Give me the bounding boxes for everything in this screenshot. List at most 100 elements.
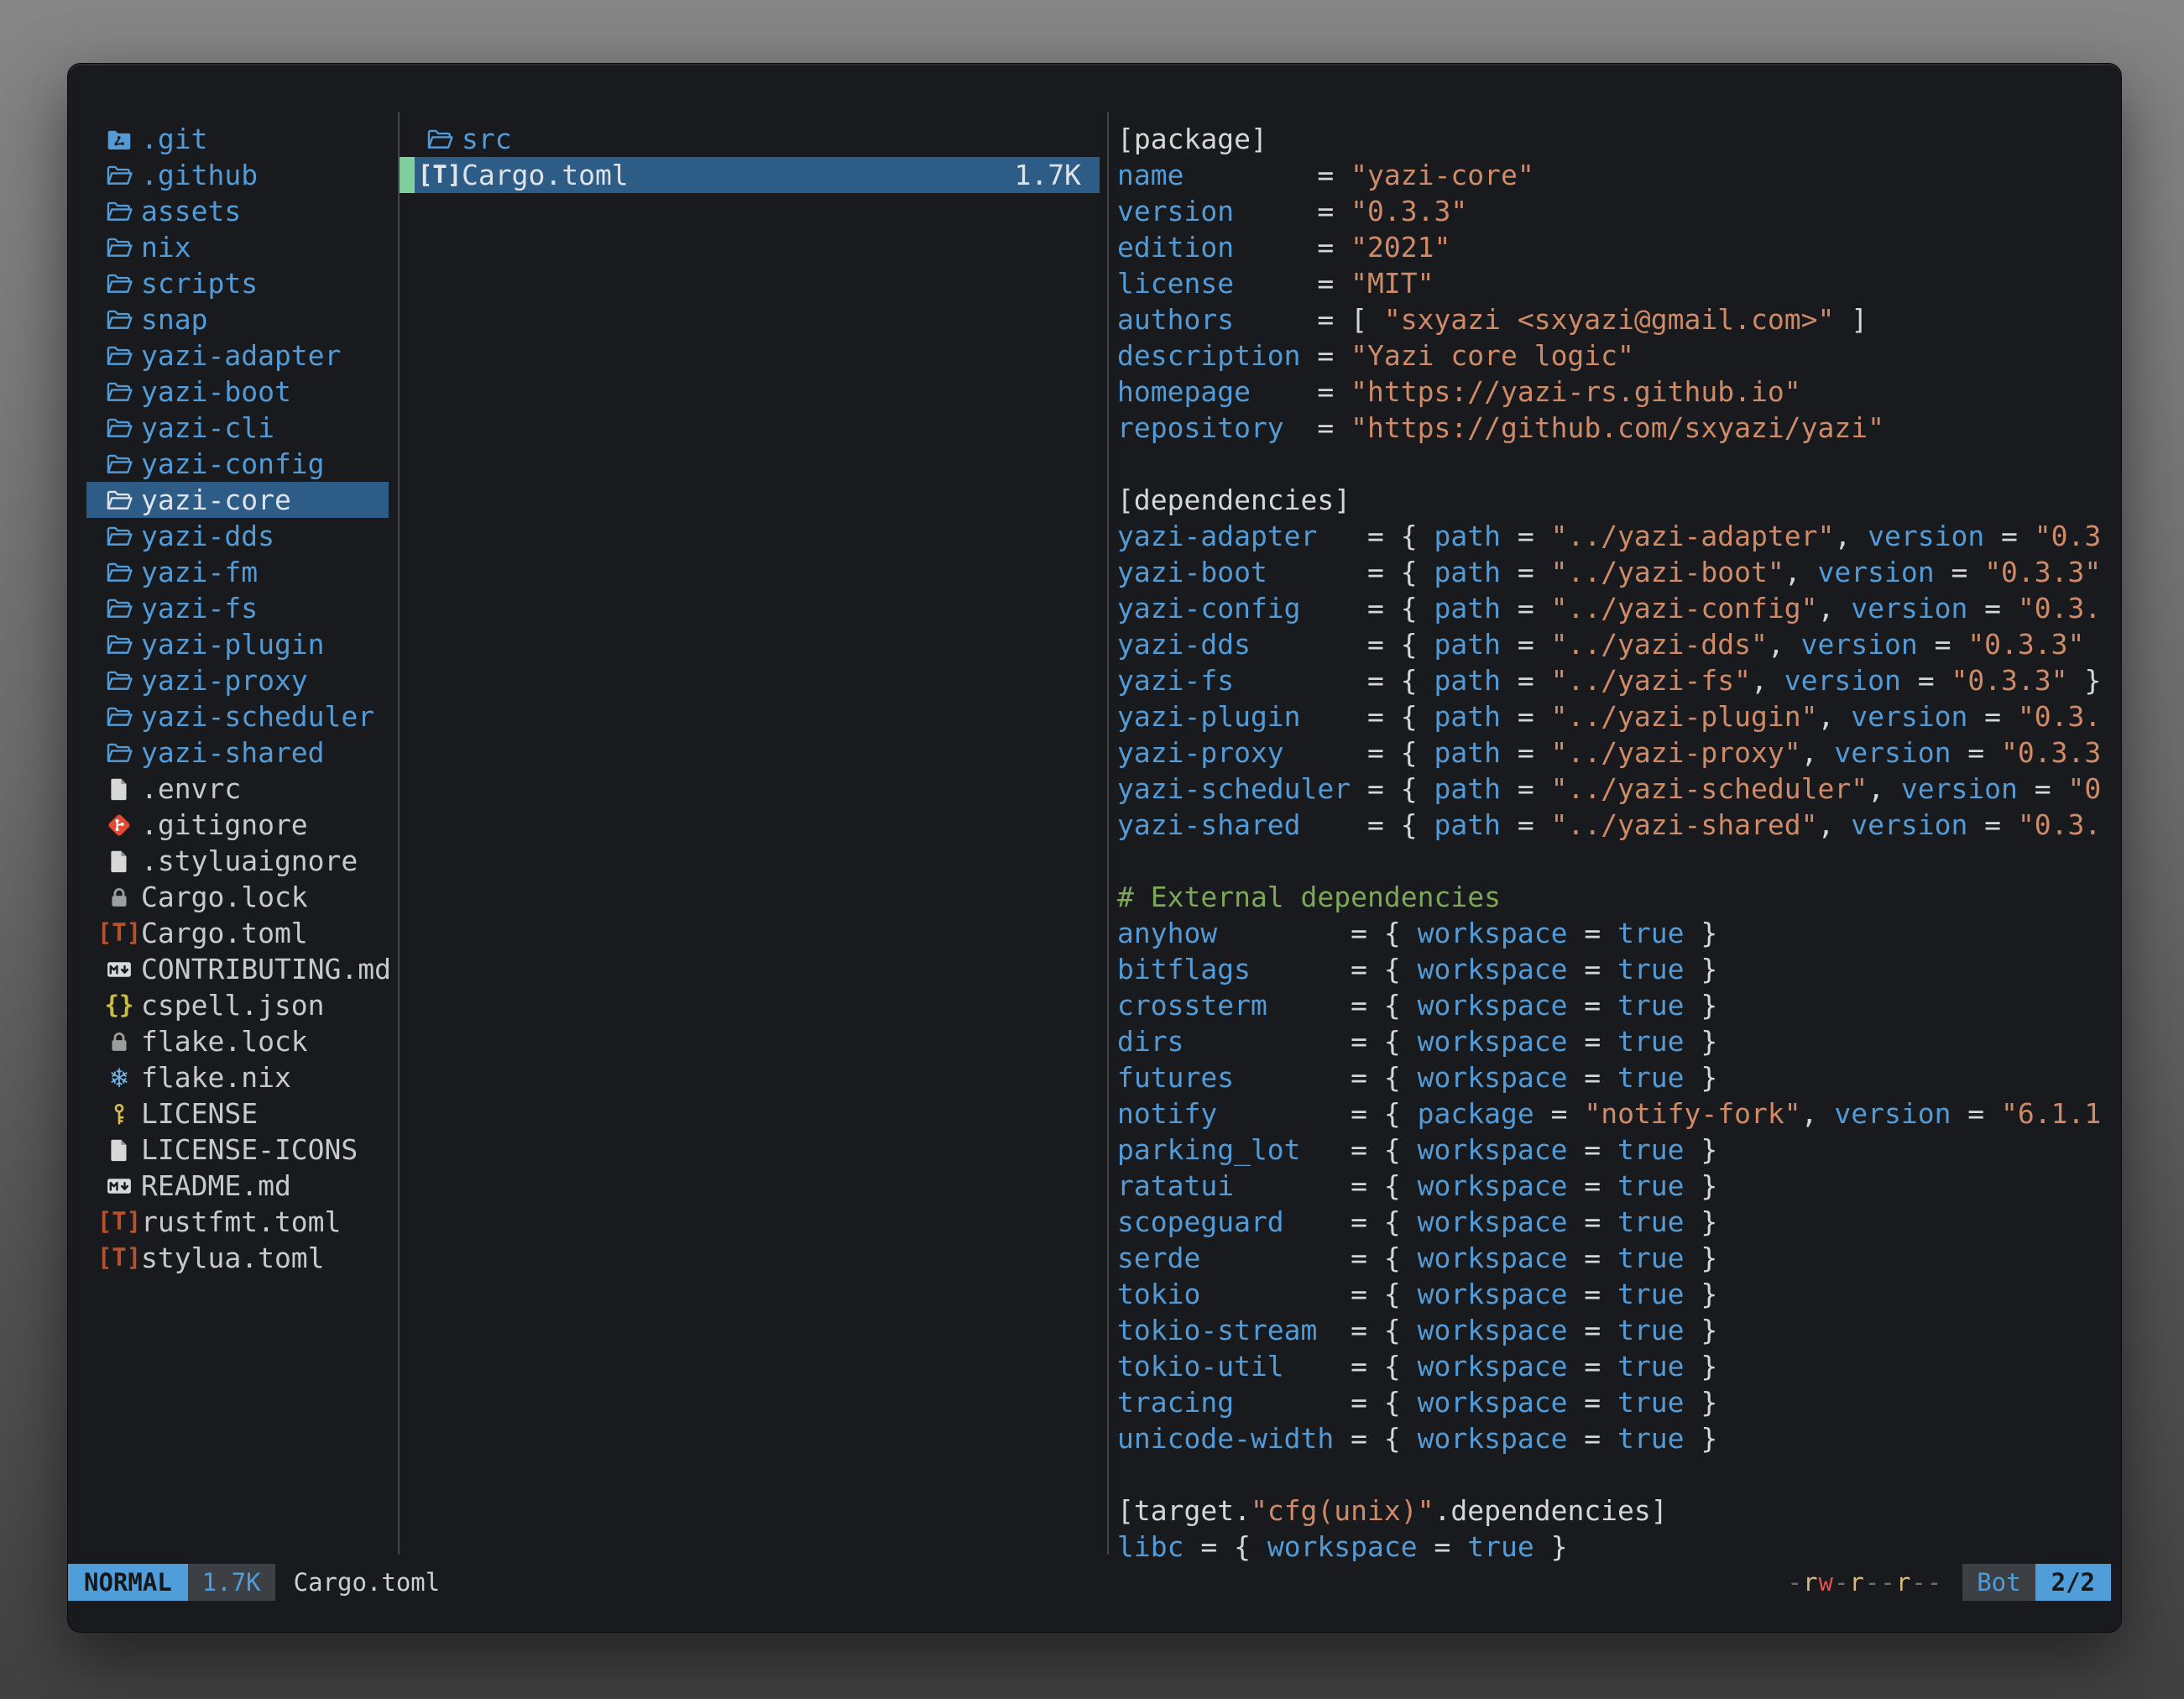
file-name: snap: [141, 303, 207, 336]
folder-open-icon: [103, 159, 135, 191]
file-name: .gitignore: [141, 808, 308, 841]
current-file-list: src[T]Cargo.toml 1.7K: [400, 121, 1100, 193]
file-row[interactable]: [T]rustfmt.toml: [86, 1204, 389, 1240]
file-row[interactable]: nix: [86, 229, 389, 265]
file-row[interactable]: CONTRIBUTING.md: [86, 951, 389, 987]
file-name: yazi-dds: [141, 520, 274, 552]
folder-open-icon: [103, 520, 135, 552]
file-row[interactable]: flake.lock: [86, 1023, 389, 1059]
folder-open-icon: [103, 304, 135, 336]
file-row[interactable]: .gitignore: [86, 807, 389, 843]
file-row[interactable]: yazi-boot: [86, 374, 389, 410]
file-size: 1.7K: [1015, 159, 1100, 191]
toml-icon: [T]: [103, 917, 135, 949]
file-name: Cargo.lock: [141, 881, 308, 913]
file-row[interactable]: ❄flake.nix: [86, 1059, 389, 1095]
file-row[interactable]: LICENSE: [86, 1095, 389, 1132]
folder-open-icon: [103, 629, 135, 661]
file-row[interactable]: README.md: [86, 1168, 389, 1204]
toml-icon: [T]: [103, 1206, 135, 1238]
toml-icon: [T]: [424, 159, 456, 191]
file-row[interactable]: [T]Cargo.toml: [86, 915, 389, 951]
folder-open-icon: [103, 268, 135, 300]
file-name: yazi-fs: [141, 592, 258, 625]
file-name: cspell.json: [141, 989, 325, 1022]
folder-open-icon: [103, 737, 135, 769]
folder-open-icon: [103, 412, 135, 444]
file-name: flake.lock: [141, 1025, 308, 1058]
file-name: yazi-fm: [141, 556, 258, 588]
git-icon: [103, 809, 135, 841]
file-name: nix: [141, 231, 191, 264]
file-icon: [103, 845, 135, 877]
lock-icon: [103, 881, 135, 913]
parent-file-list: .git .github assets nixscriptssnapyazi-adap…: [86, 121, 389, 1276]
file-name: yazi-plugin: [141, 628, 325, 661]
file-name: src: [462, 123, 512, 155]
file-name: assets: [141, 195, 241, 227]
status-filename: Cargo.toml: [294, 1564, 441, 1601]
file-name: yazi-shared: [141, 736, 325, 769]
file-row[interactable]: src: [400, 121, 1100, 157]
file-row[interactable]: yazi-shared: [86, 734, 389, 771]
lock-icon: [103, 1026, 135, 1058]
file-name: Cargo.toml: [462, 159, 629, 191]
file-row[interactable]: yazi-fm: [86, 554, 389, 590]
file-row[interactable]: yazi-plugin: [86, 626, 389, 662]
pane-divider-left: [398, 112, 400, 1555]
file-name: CONTRIBUTING.md: [141, 953, 391, 985]
file-name: .styluaignore: [141, 844, 358, 877]
folder-open-icon: [103, 701, 135, 733]
folder-open-icon: [103, 340, 135, 372]
file-name: LICENSE-ICONS: [141, 1133, 358, 1166]
pane-divider-right: [1107, 112, 1109, 1555]
file-row[interactable]: yazi-scheduler: [86, 698, 389, 734]
permissions-text: -rw-r--r--: [1788, 1564, 1943, 1601]
toml-icon: [T]: [103, 1242, 135, 1274]
folder-open-icon: [103, 665, 135, 697]
file-name: stylua.toml: [141, 1242, 325, 1274]
file-row[interactable]: .github: [86, 157, 389, 193]
status-bar: NORMAL 1.7K Cargo.toml -rw-r--r-- Bot 2/…: [68, 1564, 2121, 1601]
file-name: yazi-cli: [141, 411, 274, 444]
file-row[interactable]: yazi-fs: [86, 590, 389, 626]
file-row[interactable]: {}cspell.json: [86, 987, 389, 1023]
file-name: yazi-boot: [141, 375, 291, 408]
file-row[interactable]: .envrc: [86, 771, 389, 807]
file-row[interactable]: yazi-adapter: [86, 337, 389, 374]
key-icon: [103, 1098, 135, 1130]
file-row[interactable]: assets: [86, 193, 389, 229]
file-row[interactable]: .git: [86, 121, 389, 157]
file-name: rustfmt.toml: [141, 1205, 341, 1238]
file-row[interactable]: yazi-dds: [86, 518, 389, 554]
file-icon: [103, 1134, 135, 1166]
file-row[interactable]: yazi-cli: [86, 410, 389, 446]
file-row[interactable]: yazi-config: [86, 446, 389, 482]
file-name: Cargo.toml: [141, 917, 308, 949]
file-row[interactable]: yazi-proxy: [86, 662, 389, 698]
file-row[interactable]: snap: [86, 301, 389, 337]
file-row[interactable]: Cargo.lock: [86, 879, 389, 915]
markdown-icon: [103, 1170, 135, 1202]
file-name: yazi-adapter: [141, 339, 341, 372]
folder-open-icon: [424, 123, 456, 155]
file-size-badge: 1.7K: [188, 1564, 275, 1601]
file-name: .github: [141, 159, 258, 191]
nix-icon: ❄: [103, 1062, 135, 1094]
file-row[interactable]: [T]Cargo.toml 1.7K: [400, 157, 1100, 193]
file-row[interactable]: yazi-core: [86, 482, 389, 518]
folder-open-icon: [103, 484, 135, 516]
file-row[interactable]: [T]stylua.toml: [86, 1240, 389, 1276]
file-name: yazi-core: [141, 484, 291, 516]
folder-open-icon: [103, 593, 135, 625]
file-row[interactable]: scripts: [86, 265, 389, 301]
file-name: yazi-scheduler: [141, 700, 374, 733]
folder-open-icon: [103, 232, 135, 264]
git-folder-icon: [103, 123, 135, 155]
cursor-counter-badge: 2/2: [2035, 1564, 2111, 1601]
file-row[interactable]: .styluaignore: [86, 843, 389, 879]
file-name: .git: [141, 123, 207, 155]
file-name: flake.nix: [141, 1061, 291, 1094]
file-name: .envrc: [141, 772, 241, 805]
file-row[interactable]: LICENSE-ICONS: [86, 1132, 389, 1168]
